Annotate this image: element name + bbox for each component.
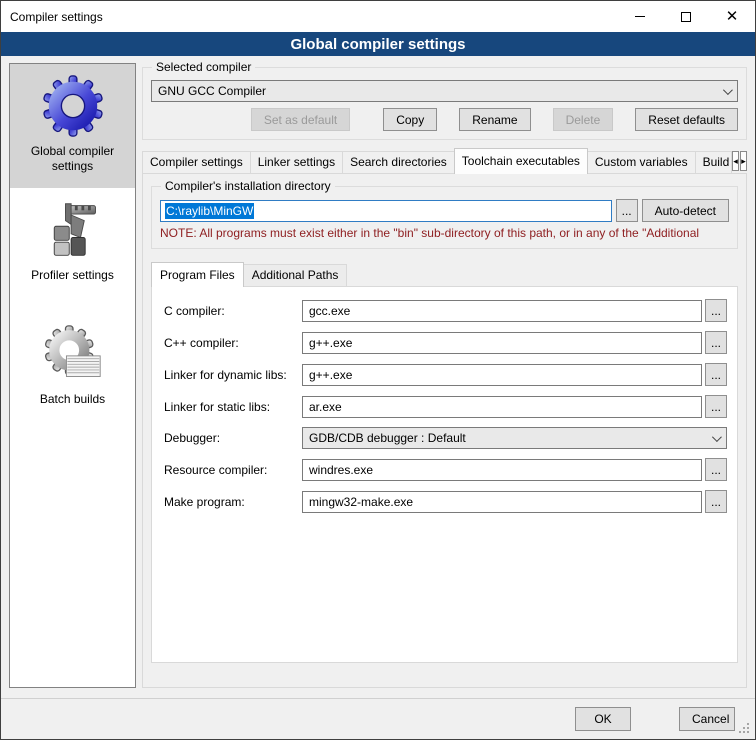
selected-compiler-group-label: Selected compiler [152, 60, 255, 74]
c-compiler-browse-button[interactable]: ... [705, 299, 727, 322]
rename-button[interactable]: Rename [459, 108, 530, 131]
resource-compiler-label: Resource compiler: [164, 463, 302, 477]
minimize-button[interactable] [617, 1, 663, 32]
tab-scroll-left-button[interactable]: ◂ [732, 151, 739, 171]
selected-compiler-group: Selected compiler GNU GCC Compiler Set a… [142, 67, 747, 140]
gray-gear-stack-icon [41, 322, 105, 386]
tab-linker-settings[interactable]: Linker settings [250, 151, 343, 173]
program-files-notebook: Program Files Additional Paths C compile… [151, 261, 738, 663]
tab-scroll-right-button[interactable]: ▸ [740, 151, 747, 171]
c-compiler-label: C compiler: [164, 304, 302, 318]
tab-custom-variables[interactable]: Custom variables [587, 151, 696, 173]
cpp-compiler-browse-button[interactable]: ... [705, 331, 727, 354]
installation-directory-group: Compiler's installation directory C:\ray… [151, 186, 738, 249]
cpp-compiler-input[interactable]: g++.exe [302, 332, 702, 354]
sidebar-item-label: Batch builds [20, 392, 126, 407]
blue-gear-icon [41, 74, 105, 138]
cpp-compiler-row: C++ compiler: g++.exe ... [164, 331, 727, 354]
dialog-footer: OK Cancel [1, 698, 755, 739]
resource-compiler-browse-button[interactable]: ... [705, 458, 727, 481]
selected-compiler-dropdown[interactable]: GNU GCC Compiler [151, 80, 738, 102]
make-program-input[interactable]: mingw32-make.exe [302, 491, 702, 513]
static-linker-input[interactable]: ar.exe [302, 396, 702, 418]
toolchain-executables-page: Compiler's installation directory C:\ray… [142, 173, 747, 688]
cpp-compiler-label: C++ compiler: [164, 336, 302, 350]
window-title: Compiler settings [1, 10, 103, 24]
c-compiler-row: C compiler: gcc.exe ... [164, 299, 727, 322]
sidebar-item-batch-builds[interactable]: Batch builds [10, 312, 135, 436]
tab-compiler-settings[interactable]: Compiler settings [142, 151, 251, 173]
resource-compiler-row: Resource compiler: windres.exe ... [164, 458, 727, 481]
reset-defaults-button[interactable]: Reset defaults [635, 108, 738, 131]
installation-note: NOTE: All programs must exist either in … [160, 226, 729, 240]
sidebar-item-label: Global compiler settings [20, 144, 126, 174]
close-button[interactable]: ✕ [709, 1, 755, 32]
subtab-additional-paths[interactable]: Additional Paths [243, 264, 348, 286]
dynamic-linker-label: Linker for dynamic libs: [164, 368, 302, 382]
chevron-down-icon [723, 85, 733, 95]
make-program-row: Make program: mingw32-make.exe ... [164, 490, 727, 513]
cancel-button[interactable]: Cancel [679, 707, 735, 731]
installation-directory-selected-text: C:\raylib\MinGW [165, 203, 254, 219]
sidebar-item-global-compiler-settings[interactable]: Global compiler settings [10, 64, 135, 188]
sidebar-item-label: Profiler settings [20, 268, 126, 283]
static-linker-browse-button[interactable]: ... [705, 395, 727, 418]
resource-compiler-input[interactable]: windres.exe [302, 459, 702, 481]
installation-directory-input[interactable]: C:\raylib\MinGW [160, 200, 612, 222]
page-title: Global compiler settings [1, 32, 755, 56]
debugger-row: Debugger: GDB/CDB debugger : Default [164, 427, 727, 449]
dynamic-linker-row: Linker for dynamic libs: g++.exe ... [164, 363, 727, 386]
maximize-icon [681, 12, 691, 22]
tab-build-options[interactable]: Build options [695, 151, 732, 173]
compiler-actions: Set as default Copy Rename Delete Reset … [151, 108, 738, 131]
auto-detect-button[interactable]: Auto-detect [642, 199, 729, 222]
compiler-settings-dialog: Compiler settings ✕ Global compiler sett… [0, 0, 756, 740]
ok-button[interactable]: OK [575, 707, 631, 731]
make-program-label: Make program: [164, 495, 302, 509]
caliper-blocks-icon [41, 198, 105, 262]
dynamic-linker-browse-button[interactable]: ... [705, 363, 727, 386]
minimize-icon [635, 16, 645, 17]
c-compiler-input[interactable]: gcc.exe [302, 300, 702, 322]
copy-button[interactable]: Copy [383, 108, 437, 131]
close-icon: ✕ [726, 9, 739, 24]
resize-grip[interactable] [739, 723, 751, 735]
tab-toolchain-executables[interactable]: Toolchain executables [454, 148, 588, 174]
delete-button[interactable]: Delete [553, 108, 614, 131]
installation-directory-browse-button[interactable]: ... [616, 199, 638, 222]
dynamic-linker-input[interactable]: g++.exe [302, 364, 702, 386]
set-as-default-button[interactable]: Set as default [251, 108, 350, 131]
title-bar: Compiler settings ✕ [1, 1, 755, 32]
sidebar-item-profiler-settings[interactable]: Profiler settings [10, 188, 135, 312]
chevron-down-icon [712, 432, 722, 442]
installation-directory-group-label: Compiler's installation directory [161, 179, 335, 193]
tab-search-directories[interactable]: Search directories [342, 151, 455, 173]
static-linker-label: Linker for static libs: [164, 400, 302, 414]
make-program-browse-button[interactable]: ... [705, 490, 727, 513]
installation-directory-row: C:\raylib\MinGW ... Auto-detect [160, 199, 729, 222]
static-linker-row: Linker for static libs: ar.exe ... [164, 395, 727, 418]
main-panel: Selected compiler GNU GCC Compiler Set a… [142, 63, 747, 688]
arrow-left-icon: ◂ [733, 157, 738, 166]
settings-category-list: Global compiler settings [9, 63, 136, 688]
program-files-page: C compiler: gcc.exe ... C++ compiler: g+… [151, 286, 738, 663]
debugger-dropdown[interactable]: GDB/CDB debugger : Default [302, 427, 727, 449]
selected-compiler-value: GNU GCC Compiler [158, 84, 266, 98]
maximize-button[interactable] [663, 1, 709, 32]
dialog-content: Global compiler settings [1, 56, 755, 698]
debugger-label: Debugger: [164, 431, 302, 445]
program-files-tab-bar: Program Files Additional Paths [151, 261, 738, 286]
debugger-value: GDB/CDB debugger : Default [309, 431, 466, 445]
arrow-right-icon: ▸ [741, 157, 746, 166]
settings-tab-bar: Compiler settings Linker settings Search… [142, 149, 747, 173]
subtab-program-files[interactable]: Program Files [151, 262, 244, 287]
